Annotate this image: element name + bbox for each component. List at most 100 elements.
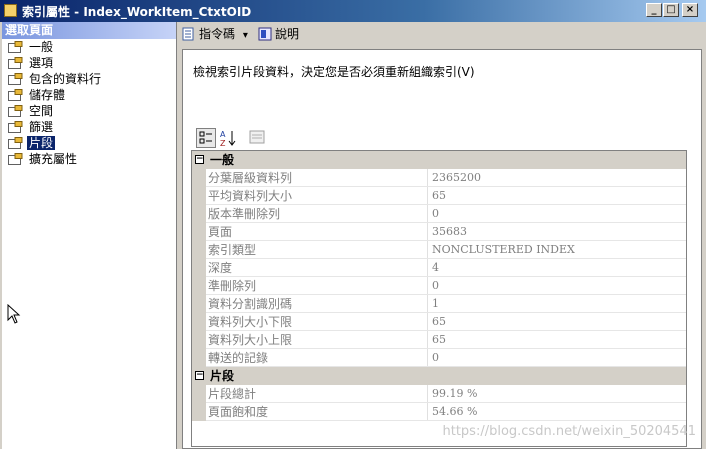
property-name: 索引類型 — [206, 241, 428, 258]
sidebar-item[interactable]: 選項 — [2, 55, 176, 71]
toolbar: 指令碼 ▾ 說明 — [178, 22, 704, 46]
sidebar-item-label: 包含的資料行 — [29, 72, 102, 86]
close-button[interactable]: × — [682, 3, 698, 17]
property-row[interactable]: 資料列大小下限 65 — [192, 313, 686, 331]
property-page-icon — [8, 57, 23, 69]
mouse-cursor-icon — [7, 304, 21, 324]
row-gutter — [192, 313, 206, 331]
property-pages-icon — [249, 130, 265, 144]
sidebar-item[interactable]: 擴充屬性 — [2, 151, 176, 167]
property-row[interactable]: 深度 4 — [192, 259, 686, 277]
sort-alphabetical-icon: A Z — [220, 130, 236, 148]
script-icon — [182, 27, 194, 41]
property-value: 54.66 % — [432, 405, 478, 418]
property-value: 0 — [432, 351, 439, 364]
property-row[interactable]: 頁面飽和度 54.66 % — [192, 403, 686, 421]
sidebar-item[interactable]: 空間 — [2, 103, 176, 119]
sidebar-item[interactable]: 篩選 — [2, 119, 176, 135]
row-gutter — [192, 277, 206, 295]
property-value: 0 — [432, 279, 439, 292]
sidebar-item[interactable]: 包含的資料行 — [2, 71, 176, 87]
sidebar-item-label: 片段 — [27, 136, 56, 150]
property-row[interactable]: 轉送的記錄 0 — [192, 349, 686, 367]
help-icon — [258, 27, 272, 41]
property-value: 4 — [432, 261, 439, 274]
categorized-button[interactable] — [196, 128, 216, 148]
collapse-icon[interactable]: − — [195, 371, 204, 380]
svg-text:Z: Z — [220, 139, 226, 148]
categorized-icon — [199, 131, 212, 144]
property-name: 版本準刪除列 — [206, 205, 428, 222]
property-name: 分葉層級資料列 — [206, 169, 428, 186]
sidebar-item-label: 空間 — [29, 104, 54, 118]
property-pages-button[interactable] — [248, 128, 268, 148]
row-gutter — [192, 403, 206, 421]
help-label: 說明 — [275, 27, 300, 41]
property-row[interactable]: 平均資料列大小 65 — [192, 187, 686, 205]
sidebar-item-label: 選項 — [29, 56, 54, 70]
help-button[interactable]: 說明 — [258, 25, 299, 43]
svg-text:A: A — [220, 130, 226, 139]
property-row[interactable]: 資料列大小上限 65 — [192, 331, 686, 349]
property-value: 65 — [432, 333, 446, 346]
property-row[interactable]: 分葉層級資料列 2365200 — [192, 169, 686, 187]
property-value: 0 — [432, 207, 439, 220]
row-gutter — [192, 223, 206, 241]
property-name: 準刪除列 — [206, 277, 428, 294]
property-page-icon — [8, 73, 23, 85]
script-button[interactable]: 指令碼 ▾ — [182, 25, 248, 43]
property-name: 資料列大小下限 — [206, 313, 428, 330]
page-list: 一般選項包含的資料行 儲存體空間 篩選 片段擴充屬性 — [2, 39, 176, 167]
row-gutter — [192, 331, 206, 349]
property-page-icon — [8, 105, 23, 117]
sidebar-item[interactable]: 儲存體 — [2, 87, 176, 103]
fragmentation-page: 檢視索引片段資料，決定您是否必須重新組織索引(V) A Z − 一般 分葉層級資… — [182, 49, 702, 449]
property-row[interactable]: 片段總計 99.19 % — [192, 385, 686, 403]
property-grid: − 一般 分葉層級資料列 2365200 平均資料列大小 65 版本準刪除列 0 頁面 35683… — [191, 150, 687, 447]
sidebar-item[interactable]: 一般 — [2, 39, 176, 55]
property-row[interactable]: 準刪除列 0 — [192, 277, 686, 295]
minimize-button[interactable]: _ — [646, 3, 662, 17]
chevron-down-icon[interactable]: ▾ — [243, 30, 248, 41]
row-gutter — [192, 205, 206, 223]
property-page-icon — [8, 41, 23, 53]
property-name: 資料分割識別碼 — [206, 295, 428, 312]
property-row[interactable]: 索引類型 NONCLUSTERED INDEX — [192, 241, 686, 259]
category-label: 一般 — [210, 153, 235, 167]
property-name: 深度 — [206, 259, 428, 276]
property-value: 65 — [432, 189, 446, 202]
property-value: 1 — [432, 297, 439, 310]
property-page-icon — [8, 121, 23, 133]
property-page-icon — [8, 89, 23, 101]
row-gutter — [192, 259, 206, 277]
watermark: https://blog.csdn.net/weixin_50204541 — [442, 424, 696, 439]
property-category[interactable]: − 一般 — [192, 151, 686, 169]
property-row[interactable]: 版本準刪除列 0 — [192, 205, 686, 223]
property-page-icon — [8, 137, 23, 149]
row-gutter — [192, 295, 206, 313]
property-name: 平均資料列大小 — [206, 187, 428, 204]
row-gutter — [192, 349, 206, 367]
select-page-header: 選取頁面 — [2, 22, 176, 39]
property-value: 35683 — [432, 225, 467, 238]
collapse-icon[interactable]: − — [195, 155, 204, 164]
alphabetical-button[interactable]: A Z — [218, 128, 238, 148]
property-page-icon — [8, 153, 23, 165]
main-panel: 指令碼 ▾ 說明 檢視索引片段資料，決定您是否必須重新組織索引(V) A Z −… — [178, 22, 704, 449]
property-row[interactable]: 頁面 35683 — [192, 223, 686, 241]
property-value: 99.19 % — [432, 387, 478, 400]
property-name: 頁面飽和度 — [206, 403, 428, 420]
sidebar-item[interactable]: 片段 — [2, 135, 176, 151]
maximize-button[interactable]: □ — [663, 3, 679, 17]
sidebar-item-label: 儲存體 — [29, 88, 66, 102]
sidebar-item-label: 擴充屬性 — [29, 152, 78, 166]
select-page-panel: 選取頁面 一般選項包含的資料行 儲存體空間 篩選 片段擴充屬性 — [2, 22, 177, 449]
property-category[interactable]: − 片段 — [192, 367, 686, 385]
property-row[interactable]: 資料分割識別碼 1 — [192, 295, 686, 313]
sidebar-item-label: 一般 — [29, 40, 54, 54]
row-gutter — [192, 385, 206, 403]
property-value: 65 — [432, 315, 446, 328]
script-label: 指令碼 — [199, 27, 236, 41]
property-value: NONCLUSTERED INDEX — [432, 243, 575, 256]
title-bar: 索引屬性 - Index_WorkItem_CtxtOID _ □ × — [0, 0, 706, 22]
